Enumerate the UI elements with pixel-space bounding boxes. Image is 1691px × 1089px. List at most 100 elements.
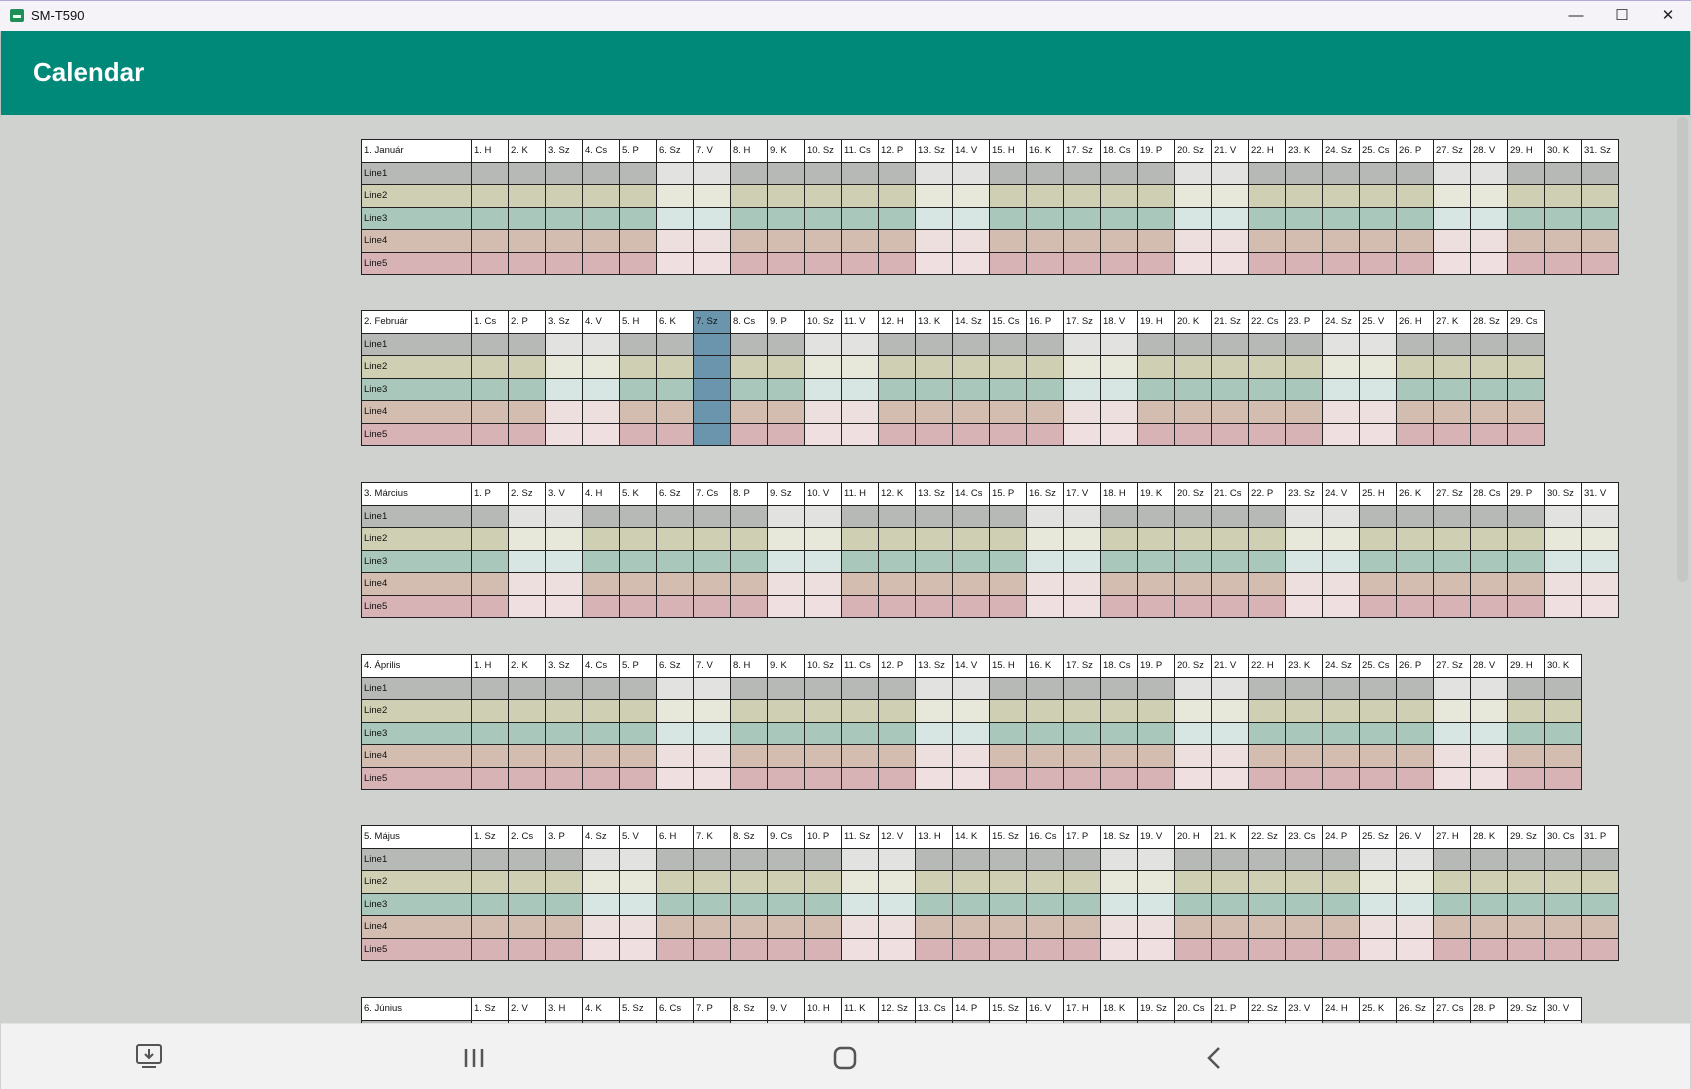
schedule-cell[interactable] [545, 892, 583, 916]
day-header[interactable]: 28. P [1470, 997, 1508, 1021]
schedule-cell[interactable] [619, 251, 657, 275]
schedule-cell[interactable] [1100, 161, 1138, 185]
schedule-cell[interactable] [1396, 847, 1434, 871]
schedule-cell[interactable] [767, 184, 805, 208]
schedule-cell[interactable] [1322, 847, 1360, 871]
schedule-cell[interactable] [1544, 527, 1582, 551]
day-header[interactable]: 28. V [1470, 654, 1508, 678]
schedule-cell[interactable] [1026, 206, 1064, 230]
schedule-cell[interactable] [508, 721, 546, 745]
schedule-cell[interactable] [1470, 251, 1508, 275]
schedule-cell[interactable] [1544, 870, 1582, 894]
day-header[interactable]: 17. V [1063, 482, 1101, 506]
schedule-cell[interactable] [1026, 847, 1064, 871]
schedule-cell[interactable] [1285, 847, 1323, 871]
schedule-cell[interactable] [1211, 937, 1249, 961]
schedule-cell[interactable] [841, 594, 879, 618]
schedule-cell[interactable] [1174, 676, 1212, 700]
schedule-cell[interactable] [1174, 527, 1212, 551]
schedule-cell[interactable] [730, 937, 768, 961]
day-header[interactable]: 16. P [1026, 310, 1064, 334]
schedule-cell[interactable] [545, 184, 583, 208]
day-header[interactable]: 12. Sz [878, 997, 916, 1021]
schedule-cell[interactable] [1174, 572, 1212, 596]
schedule-cell[interactable] [841, 892, 879, 916]
day-header[interactable]: 3. Sz [545, 654, 583, 678]
schedule-cell[interactable] [767, 744, 805, 768]
schedule-cell[interactable] [841, 937, 879, 961]
schedule-cell[interactable] [545, 594, 583, 618]
schedule-cell[interactable] [508, 251, 546, 275]
schedule-cell[interactable] [804, 206, 842, 230]
schedule-cell[interactable] [1470, 870, 1508, 894]
day-header[interactable]: 14. K [952, 825, 990, 849]
day-header[interactable]: 16. K [1026, 654, 1064, 678]
day-header[interactable]: 27. Sz [1433, 654, 1471, 678]
schedule-cell[interactable] [1507, 229, 1545, 253]
schedule-cell[interactable] [1211, 721, 1249, 745]
schedule-cell[interactable] [1433, 937, 1471, 961]
schedule-cell[interactable] [804, 870, 842, 894]
schedule-cell[interactable] [1470, 332, 1508, 356]
schedule-cell[interactable] [952, 355, 990, 379]
schedule-cell[interactable] [508, 744, 546, 768]
day-header[interactable]: 15. Sz [989, 997, 1027, 1021]
schedule-cell[interactable] [1137, 229, 1175, 253]
schedule-cell[interactable] [841, 161, 879, 185]
day-header[interactable]: 13. Sz [915, 139, 953, 163]
schedule-cell[interactable] [1100, 699, 1138, 723]
schedule-cell[interactable] [471, 400, 509, 424]
schedule-cell[interactable] [1285, 892, 1323, 916]
schedule-cell[interactable] [1359, 161, 1397, 185]
schedule-cell[interactable] [1433, 744, 1471, 768]
schedule-cell[interactable] [471, 847, 509, 871]
schedule-cell[interactable] [878, 161, 916, 185]
schedule-cell[interactable] [545, 527, 583, 551]
schedule-cell[interactable] [1322, 721, 1360, 745]
schedule-cell[interactable] [1396, 676, 1434, 700]
schedule-cell[interactable] [1359, 676, 1397, 700]
schedule-cell[interactable] [1322, 937, 1360, 961]
day-header[interactable]: 10. Sz [804, 654, 842, 678]
day-header[interactable]: 25. V [1359, 310, 1397, 334]
schedule-cell[interactable] [619, 206, 657, 230]
schedule-cell[interactable] [1470, 206, 1508, 230]
schedule-cell[interactable] [582, 332, 620, 356]
schedule-cell[interactable] [1544, 937, 1582, 961]
schedule-cell[interactable] [1137, 915, 1175, 939]
schedule-cell[interactable] [693, 251, 731, 275]
schedule-cell[interactable] [619, 377, 657, 401]
day-header[interactable]: 23. K [1285, 139, 1323, 163]
schedule-cell[interactable] [545, 915, 583, 939]
day-header[interactable]: 5. K [619, 482, 657, 506]
schedule-cell[interactable] [471, 229, 509, 253]
schedule-cell[interactable] [730, 847, 768, 871]
schedule-cell[interactable] [1433, 870, 1471, 894]
schedule-cell[interactable] [1248, 721, 1286, 745]
day-header[interactable]: 9. P [767, 310, 805, 334]
schedule-cell[interactable] [1174, 870, 1212, 894]
schedule-cell[interactable] [508, 594, 546, 618]
schedule-cell[interactable] [1211, 422, 1249, 446]
schedule-cell[interactable] [730, 766, 768, 790]
schedule-cell[interactable] [1396, 870, 1434, 894]
schedule-cell[interactable] [1063, 937, 1101, 961]
schedule-cell[interactable] [1137, 504, 1175, 528]
day-header[interactable]: 2. K [508, 654, 546, 678]
schedule-cell[interactable] [1063, 400, 1101, 424]
maximize-button[interactable]: ☐ [1599, 1, 1645, 31]
schedule-cell[interactable] [878, 527, 916, 551]
schedule-cell[interactable] [1359, 184, 1397, 208]
schedule-cell[interactable] [915, 766, 953, 790]
day-header[interactable]: 10. V [804, 482, 842, 506]
schedule-cell[interactable] [1322, 699, 1360, 723]
schedule-cell[interactable] [915, 721, 953, 745]
schedule-cell[interactable] [1396, 744, 1434, 768]
schedule-cell[interactable] [989, 766, 1027, 790]
schedule-cell[interactable] [582, 699, 620, 723]
schedule-cell[interactable] [1359, 377, 1397, 401]
schedule-cell[interactable] [841, 847, 879, 871]
day-header[interactable]: 10. H [804, 997, 842, 1021]
schedule-cell[interactable] [1470, 400, 1508, 424]
day-header[interactable]: 3. Sz [545, 139, 583, 163]
